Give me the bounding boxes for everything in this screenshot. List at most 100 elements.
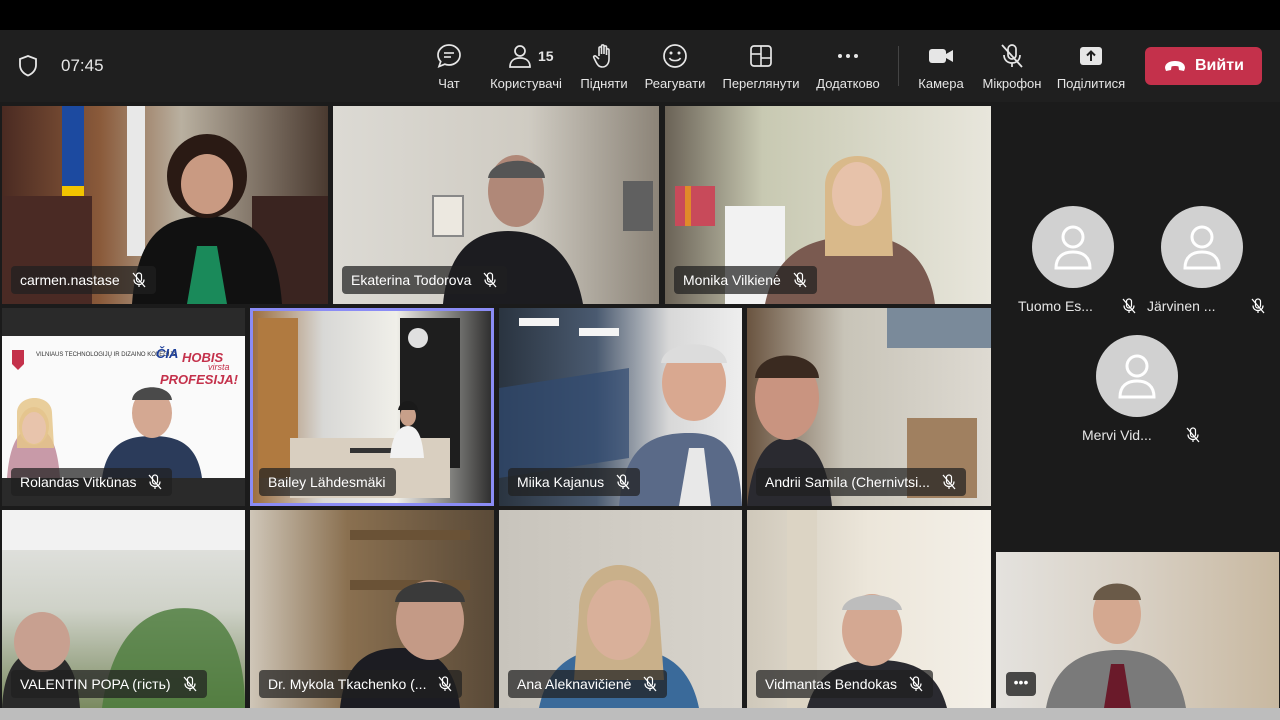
shield-icon[interactable] bbox=[17, 54, 39, 78]
participant-name: Tuomo Es... bbox=[1018, 298, 1093, 314]
audio-participant[interactable]: Tuomo Es... bbox=[998, 206, 1148, 346]
banner-slogan-1: ČIA bbox=[156, 346, 178, 361]
video-tile[interactable]: Dr. Mykola Tkachenko (... bbox=[250, 510, 494, 708]
participant-nametag: VALENTIN POPA (гість) bbox=[11, 670, 207, 698]
banner-slogan-3: virsta bbox=[208, 362, 230, 372]
leave-button[interactable]: Вийти bbox=[1145, 47, 1262, 85]
raise-hand-label: Підняти bbox=[580, 76, 628, 91]
share-button[interactable]: Поділитися bbox=[1054, 40, 1128, 96]
meeting-timer: 07:45 bbox=[61, 56, 104, 75]
mic-off-icon bbox=[183, 676, 197, 692]
phone-hangup-icon bbox=[1165, 61, 1185, 71]
participant-nametag: Rolandas Vitkūnas bbox=[11, 468, 173, 496]
participant-nametag: carmen.nastase bbox=[11, 266, 156, 294]
banner-slogan-4: PROFESIJA! bbox=[160, 372, 239, 387]
react-button[interactable]: Реагувати bbox=[641, 40, 709, 96]
video-tile-active-speaker[interactable]: Bailey Lähdesmäki bbox=[250, 308, 494, 506]
participant-nametag: Vidmantas Bendokas bbox=[756, 670, 934, 698]
chat-label: Чат bbox=[438, 76, 460, 91]
mic-off-icon bbox=[979, 42, 1045, 72]
mic-off-icon bbox=[1186, 427, 1200, 443]
people-icon: 15 bbox=[496, 42, 556, 72]
mic-off-icon bbox=[132, 272, 146, 288]
participant-nametag: Andrii Samila (Chernivtsi... bbox=[756, 468, 966, 496]
view-button[interactable]: Переглянути bbox=[719, 40, 803, 96]
mic-off-icon bbox=[909, 676, 923, 692]
participant-name: Miika Kajanus bbox=[517, 474, 605, 490]
participant-name: carmen.nastase bbox=[20, 272, 120, 288]
people-label: Користувачі bbox=[490, 76, 562, 91]
leave-label: Вийти bbox=[1195, 57, 1244, 74]
self-view-tile[interactable]: ••• bbox=[996, 552, 1279, 708]
participant-name: Vidmantas Bendokas bbox=[765, 676, 898, 692]
people-button[interactable]: 15 Користувачі bbox=[486, 40, 566, 96]
share-label: Поділитися bbox=[1056, 76, 1126, 91]
mic-off-icon bbox=[942, 474, 956, 490]
video-tile[interactable]: Ana Aleknavičienė bbox=[499, 510, 742, 708]
video-tile[interactable]: Miika Kajanus bbox=[499, 308, 742, 506]
participant-nametag: Miika Kajanus bbox=[508, 468, 641, 496]
participant-nametag: Bailey Lähdesmäki bbox=[259, 468, 396, 496]
participant-nametag: Ana Aleknavičienė bbox=[508, 670, 668, 698]
window-top-strip bbox=[0, 0, 1280, 30]
video-stage: carmen.nastase Ekaterina Todorova Monika… bbox=[0, 102, 1280, 720]
mic-off-icon bbox=[148, 474, 162, 490]
toolbar-divider bbox=[898, 46, 899, 86]
participant-name: Rolandas Vitkūnas bbox=[20, 474, 137, 490]
participant-name: Monika Vilkienė bbox=[683, 272, 781, 288]
chat-button[interactable]: Чат bbox=[430, 40, 468, 96]
participant-name: Järvinen ... bbox=[1147, 298, 1216, 314]
mic-off-icon bbox=[1251, 298, 1265, 314]
raise-hand-icon bbox=[578, 42, 630, 72]
participant-nametag: Ekaterina Todorova bbox=[342, 266, 508, 294]
video-tile[interactable]: Ekaterina Todorova bbox=[333, 106, 659, 304]
more-icon bbox=[813, 42, 883, 72]
mic-off-icon bbox=[438, 676, 452, 692]
layout-icon bbox=[719, 42, 803, 72]
participant-name: Bailey Lähdesmäki bbox=[268, 474, 386, 490]
video-tile[interactable]: VALENTIN POPA (гість) bbox=[2, 510, 245, 708]
camera-icon bbox=[916, 42, 966, 72]
people-count: 15 bbox=[538, 48, 554, 64]
more-button[interactable]: Додатково bbox=[813, 40, 883, 96]
avatar bbox=[1161, 206, 1243, 288]
mic-off-icon bbox=[616, 474, 630, 490]
participant-name: Andrii Samila (Chernivtsi... bbox=[765, 474, 930, 490]
chat-icon bbox=[430, 42, 468, 72]
raise-hand-button[interactable]: Підняти bbox=[578, 40, 630, 96]
person-icon bbox=[1054, 225, 1092, 270]
avatar bbox=[1032, 206, 1114, 288]
participant-name: Mervi Vid... bbox=[1082, 427, 1152, 443]
react-label: Реагувати bbox=[644, 76, 706, 91]
self-view-more-button[interactable]: ••• bbox=[1006, 672, 1036, 696]
avatar bbox=[1096, 335, 1178, 417]
video-tile[interactable]: Vidmantas Bendokas bbox=[747, 510, 991, 708]
audio-participant-label: Mervi Vid... bbox=[1062, 427, 1212, 443]
share-icon bbox=[1054, 42, 1128, 72]
video-tile[interactable]: Andrii Samila (Chernivtsi... bbox=[747, 308, 991, 506]
video-feed bbox=[1046, 583, 1186, 708]
window-bottom-strip bbox=[0, 708, 1280, 720]
mic-button[interactable]: Мікрофон bbox=[979, 40, 1045, 96]
person-icon bbox=[1183, 225, 1221, 270]
camera-button[interactable]: Камера bbox=[916, 40, 966, 96]
more-label: Додатково bbox=[816, 76, 880, 91]
mic-off-icon bbox=[483, 272, 497, 288]
audio-participant-label: Järvinen ... bbox=[1127, 298, 1277, 314]
participant-name: Ekaterina Todorova bbox=[351, 272, 472, 288]
participant-nametag: Dr. Mykola Tkachenko (... bbox=[259, 670, 463, 698]
audio-participant[interactable]: Järvinen ... bbox=[1127, 206, 1277, 346]
video-tile[interactable]: VILNIAUS TECHNOLOGIJŲ IR DIZAINO KOLEGIJ… bbox=[2, 308, 245, 506]
participant-nametag: Monika Vilkienė bbox=[674, 266, 817, 294]
mic-label: Мікрофон bbox=[982, 76, 1042, 91]
meeting-toolbar: 07:45 Чат 15 Користувачі Підняти Реагува… bbox=[0, 30, 1280, 102]
video-tile[interactable]: carmen.nastase bbox=[2, 106, 328, 304]
person-icon bbox=[1118, 354, 1156, 399]
participant-name: Ana Aleknavičienė bbox=[517, 676, 632, 692]
view-label: Переглянути bbox=[722, 76, 800, 91]
audio-participant-label: Tuomo Es... bbox=[998, 298, 1148, 314]
audio-participant[interactable]: Mervi Vid... bbox=[1062, 335, 1212, 475]
video-tile[interactable]: Monika Vilkienė bbox=[665, 106, 991, 304]
participant-name: Dr. Mykola Tkachenko (... bbox=[268, 676, 427, 692]
smile-icon bbox=[641, 42, 709, 72]
